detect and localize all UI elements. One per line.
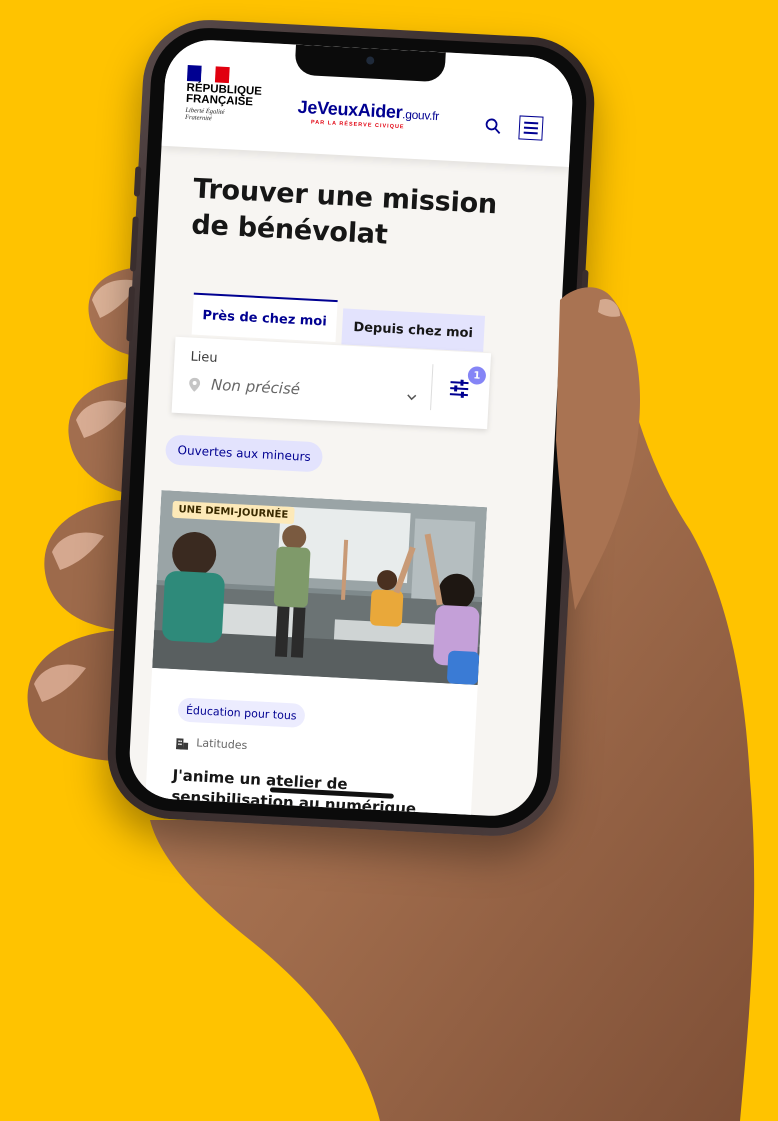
phone-screen: RÉPUBLIQUE FRANÇAISE Liberté Égalité Fra… <box>127 37 575 819</box>
phone-device: RÉPUBLIQUE FRANÇAISE Liberté Égalité Fra… <box>104 16 598 840</box>
marianne-logo-icon <box>186 64 230 84</box>
map-pin-icon <box>189 377 201 392</box>
menu-icon[interactable] <box>518 115 544 141</box>
brand-name: JeVeuxAider <box>297 96 403 123</box>
camera-icon <box>366 56 375 65</box>
brand-suffix: .gouv.fr <box>401 107 440 124</box>
building-icon <box>175 738 189 750</box>
location-label: Lieu <box>190 349 218 366</box>
filter-tag-mineurs[interactable]: Ouvertes aux mineurs <box>164 434 324 473</box>
location-select[interactable]: Non précisé <box>211 376 301 399</box>
main-content: Trouver une mission de bénévolat Près de… <box>127 146 569 819</box>
chevron-down-icon[interactable] <box>406 393 417 402</box>
tab-pres-de-chez-moi[interactable]: Près de chez moi <box>191 292 338 343</box>
organization-name: Latitudes <box>195 736 248 752</box>
filters-count-badge: 1 <box>467 366 487 385</box>
page-title: Trouver une mission de bénévolat <box>190 173 498 251</box>
tab-depuis-chez-moi[interactable]: Depuis chez moi <box>341 308 486 352</box>
mission-card[interactable]: UNE DEMI-JOURNÉE Éducation pour tous Lat… <box>140 490 488 819</box>
search-icon[interactable] <box>485 118 502 135</box>
divider <box>430 364 434 411</box>
republic-motto: Liberté Égalité Fraternité <box>184 106 225 122</box>
location-filter: Lieu Non précisé 1 <box>171 336 492 430</box>
filters-icon[interactable] <box>448 377 471 400</box>
category-tag: Éducation pour tous <box>177 697 306 728</box>
republique-francaise-label: RÉPUBLIQUE FRANÇAISE <box>185 81 263 109</box>
